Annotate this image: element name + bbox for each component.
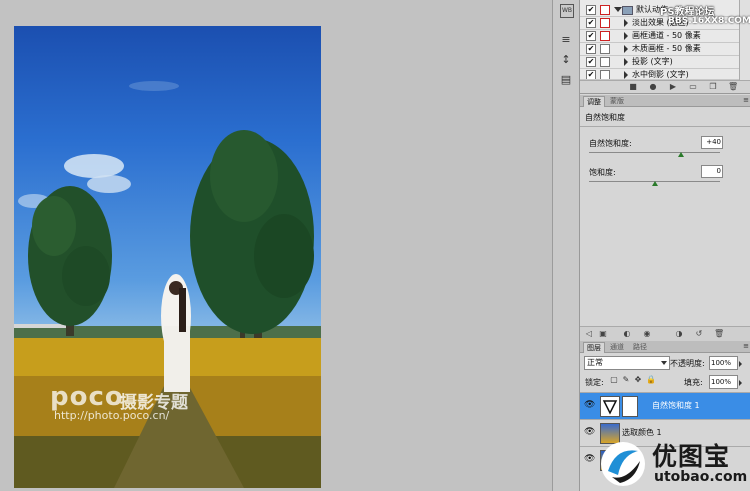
- clip-to-layer-icon[interactable]: ◐: [622, 329, 632, 339]
- adjustment-title: 自然饱和度: [585, 113, 625, 122]
- action-label: 投影 (文字): [632, 57, 673, 66]
- history-icon[interactable]: ↕: [560, 54, 572, 66]
- expand-arrow-icon[interactable]: [624, 58, 628, 66]
- action-dialog-toggle[interactable]: [600, 18, 610, 28]
- action-check[interactable]: ✔: [586, 70, 596, 79]
- saturation-slider-thumb[interactable]: [651, 181, 658, 186]
- tab-layers[interactable]: 图层: [583, 342, 605, 353]
- tool-presets-icon[interactable]: ▤: [560, 74, 572, 86]
- vibrance-slider-thumb[interactable]: [677, 152, 684, 157]
- previous-state-icon[interactable]: ◑: [674, 329, 684, 339]
- fill-slider-arrow-icon[interactable]: [739, 380, 742, 386]
- vibrance-label: 自然饱和度:: [589, 139, 632, 148]
- action-row[interactable]: ✔ 投影 (文字): [580, 56, 740, 69]
- eye-icon[interactable]: 👁: [584, 455, 595, 464]
- actions-scrollbar[interactable]: [739, 0, 750, 80]
- expand-arrow-icon[interactable]: [624, 19, 628, 27]
- opacity-input[interactable]: 100%: [709, 356, 738, 370]
- tab-adjustments[interactable]: 调整: [583, 96, 605, 107]
- action-check[interactable]: ✔: [586, 18, 596, 28]
- brand-url: utobao.com: [654, 469, 748, 485]
- action-label: 水中倒影 (文字): [632, 70, 689, 79]
- trash-icon[interactable]: 🗑: [728, 82, 738, 92]
- play-icon[interactable]: ▶: [668, 82, 678, 92]
- panel-icon-strip: WB ≡ ↕ ▤: [552, 0, 579, 491]
- action-dialog-toggle[interactable]: [600, 31, 610, 41]
- tab-masks[interactable]: 蒙版: [607, 96, 627, 106]
- action-label: 画框通道 - 50 像素: [632, 31, 701, 40]
- eye-icon[interactable]: 👁: [584, 428, 595, 437]
- delete-adjustment-icon[interactable]: 🗑: [714, 329, 724, 339]
- mini-bridge-icon[interactable]: WB: [560, 4, 574, 18]
- action-check[interactable]: ✔: [586, 57, 596, 67]
- visibility-icon[interactable]: ◉: [642, 329, 652, 339]
- layer-name: 自然饱和度 1: [652, 401, 700, 410]
- action-row[interactable]: ✔ 画框通道 - 50 像素: [580, 30, 740, 43]
- actions-toolbar: ■ ● ▶ ▭ ❐ 🗑: [580, 80, 750, 93]
- new-action-icon[interactable]: ❐: [708, 82, 718, 92]
- stop-icon[interactable]: ■: [628, 82, 638, 92]
- blend-mode-select[interactable]: 正常: [584, 356, 670, 370]
- panel-menu-icon[interactable]: ≡: [743, 342, 749, 350]
- action-dialog-toggle[interactable]: [600, 5, 610, 15]
- brand-name: 优图宝: [652, 442, 731, 471]
- action-check[interactable]: ✔: [586, 44, 596, 54]
- vibrance-slider-track[interactable]: [589, 152, 720, 153]
- record-icon[interactable]: ●: [648, 82, 658, 92]
- action-row[interactable]: ✔ 木质画框 - 50 像素: [580, 43, 740, 56]
- action-dialog-toggle[interactable]: [600, 57, 610, 67]
- panel-menu-icon[interactable]: ≡: [743, 96, 749, 104]
- expand-arrow-icon[interactable]: [614, 7, 622, 12]
- adjustments-toolbar: ◁ ▣ ◐ ◉ ◑ ↺ 🗑: [580, 326, 750, 341]
- lock-all-icon[interactable]: 🔒: [646, 376, 656, 384]
- brand-watermark: 优图宝 utobao.com: [600, 437, 750, 491]
- blend-mode-value: 正常: [587, 358, 603, 367]
- watermark-logo: poco: [50, 382, 124, 412]
- back-icon[interactable]: ◁: [584, 329, 594, 339]
- actions-icon[interactable]: ≡: [560, 34, 572, 46]
- vibrance-adjustment-icon: [600, 396, 620, 417]
- tab-paths[interactable]: 路径: [630, 342, 650, 352]
- action-dialog-toggle[interactable]: [600, 70, 610, 79]
- actions-panel: ✔ 默认动作 ✔ 淡出效果 (选区) ✔ 画框通道 - 50 像素 ✔ 木质画框…: [580, 0, 750, 94]
- fill-input[interactable]: 100%: [709, 375, 738, 389]
- opacity-label: 不透明度:: [670, 359, 705, 368]
- fill-label: 填充:: [684, 378, 703, 387]
- adjustments-panel: 调整 蒙版 ≡ 自然饱和度 自然饱和度: +40 饱和度: 0 ◁ ▣ ◐ ◉ …: [580, 95, 750, 341]
- layer-mask-thumb[interactable]: [622, 396, 638, 417]
- watermark-url: http://photo.poco.cn/: [54, 409, 170, 422]
- panels-column: ✔ 默认动作 ✔ 淡出效果 (选区) ✔ 画框通道 - 50 像素 ✔ 木质画框…: [579, 0, 750, 491]
- expand-arrow-icon[interactable]: [624, 45, 628, 53]
- photo-image: poco 摄影专题 http://photo.poco.cn/: [14, 26, 321, 488]
- lock-image-icon[interactable]: ✎: [622, 376, 630, 384]
- lock-label: 锁定:: [585, 378, 604, 387]
- adjustments-tabbar: 调整 蒙版 ≡: [580, 95, 750, 107]
- expand-arrow-icon[interactable]: [624, 32, 628, 40]
- action-check[interactable]: ✔: [586, 5, 596, 15]
- chevron-down-icon: [661, 361, 667, 365]
- expand-arrow-icon[interactable]: [624, 71, 628, 79]
- action-check[interactable]: ✔: [586, 31, 596, 41]
- folder-icon: [622, 6, 633, 15]
- reset-icon[interactable]: ↺: [694, 329, 704, 339]
- layers-tabbar: 图层 通道 路径 ≡: [580, 341, 750, 353]
- layer-row[interactable]: 👁 自然饱和度 1: [580, 392, 750, 419]
- action-label: 木质画框 - 50 像素: [632, 44, 701, 53]
- eye-icon[interactable]: 👁: [584, 401, 595, 410]
- forum-watermark-url: BBS.16XX8.COM: [668, 16, 750, 26]
- expand-view-icon[interactable]: ▣: [598, 329, 608, 339]
- saturation-input[interactable]: 0: [701, 165, 723, 178]
- tab-channels[interactable]: 通道: [607, 342, 627, 352]
- action-dialog-toggle[interactable]: [600, 44, 610, 54]
- opacity-slider-arrow-icon[interactable]: [739, 361, 742, 367]
- new-set-icon[interactable]: ▭: [688, 82, 698, 92]
- action-row[interactable]: ✔ 水中倒影 (文字): [580, 69, 740, 80]
- lock-position-icon[interactable]: ✥: [634, 376, 642, 384]
- lock-transparency-icon[interactable]: ▢: [610, 376, 618, 384]
- document-canvas[interactable]: poco 摄影专题 http://photo.poco.cn/: [0, 0, 552, 491]
- utobao-logo-icon: [601, 442, 645, 486]
- divider: [580, 126, 750, 127]
- saturation-label: 饱和度:: [589, 168, 616, 177]
- vibrance-input[interactable]: +40: [701, 136, 723, 149]
